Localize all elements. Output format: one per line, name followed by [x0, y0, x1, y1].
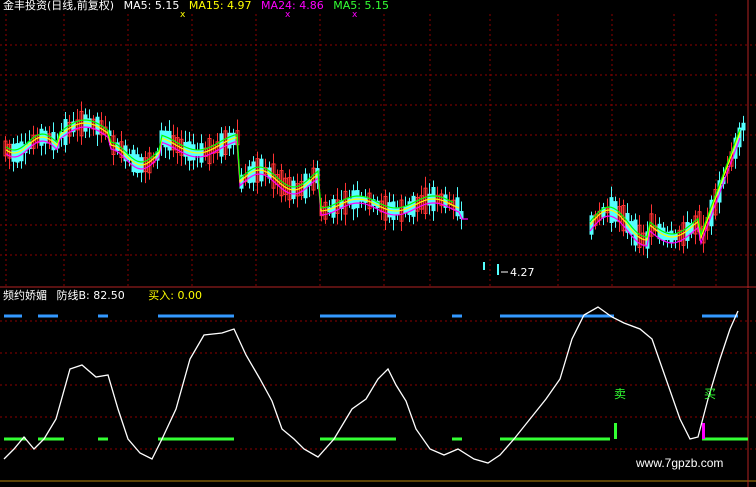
price-chart-pane[interactable]: xxx 金丰投资(日线,前复权) MA5: 5.15 MA15: 4.97 MA…	[0, 0, 756, 288]
ma15-label: MA15: 4.97	[188, 0, 252, 12]
price-legend: 金丰投资(日线,前复权) MA5: 5.15 MA15: 4.97 MA24: …	[3, 0, 395, 13]
stock-title: 金丰投资(日线,前复权)	[3, 0, 115, 12]
ma24-label: MA24: 4.86	[261, 0, 324, 12]
buy-value-label: 买入: 0.00	[148, 289, 202, 302]
line-b-label: 防线B: 82.50	[56, 289, 125, 302]
sell-marker: 卖	[614, 387, 627, 401]
ma5-label: MA5: 5.15	[123, 0, 180, 12]
candle-body	[741, 122, 746, 131]
buy-marker: 买	[704, 387, 717, 401]
ma5b-label: MA5: 5.15	[333, 0, 389, 12]
indicator-legend: 频约娇媚 防线B: 82.50 买入: 0.00	[3, 289, 208, 303]
buy-signal-bar	[702, 423, 705, 439]
low-price-label: 4.27	[510, 266, 535, 279]
sell-signal-bar	[614, 423, 617, 439]
candlestick-chart[interactable]: xxx	[0, 0, 756, 288]
indicator-title: 频约娇媚	[3, 289, 47, 302]
watermark: www.7gpzb.com	[636, 456, 724, 470]
